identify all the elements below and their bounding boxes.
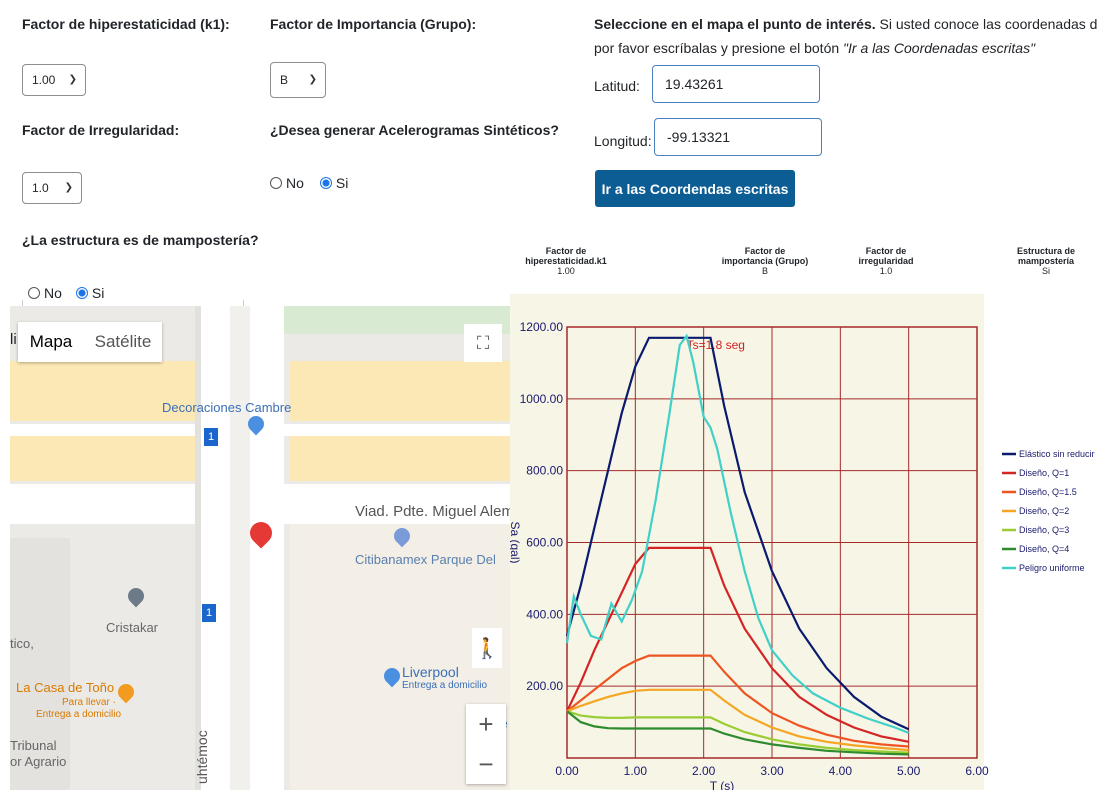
k1-select-value: 1.00 [32,73,56,87]
grupo-select[interactable]: B ❯ [270,62,326,98]
map-label-citibanamex: Citibanamex Parque Del [355,552,496,567]
x-tick-label: 5.00 [897,764,921,778]
y-tick-label: 200.00 [526,679,563,693]
acelerogramas-label: ¿Desea generar Acelerogramas Sintéticos? [270,122,559,138]
irregularidad-label: Factor de Irregularidad: [22,122,180,138]
fullscreen-icon[interactable]: ⛶ [464,324,502,362]
map-label-cuauhtemoc: uhtémoc [194,730,210,784]
x-tick-label: 0.00 [555,764,579,778]
y-tick-label: 1000.00 [520,392,564,406]
zoom-in-button[interactable]: + [466,704,506,744]
coords-instruction-rest: Si usted conoce las coordenadas del pu [879,16,1097,32]
map-type-control: Mapa Satélite [18,322,162,362]
x-tick-label: 2.00 [692,764,716,778]
coords-instruction-line2a: por favor escríbalas y presione el botón [594,40,844,56]
legend-label: Diseño, Q=3 [1019,525,1069,535]
chevron-down-icon: ❯ [68,74,77,85]
map-label-casa-tono: La Casa de Toño [16,680,115,695]
pegman-icon[interactable]: 🚶 [472,628,502,668]
lon-label: Longitud: [594,133,652,149]
chevron-down-icon: ❯ [308,74,317,85]
series-line [565,333,910,734]
x-tick-label: 4.00 [829,764,853,778]
map-label-casa-sub2: Entrega a domicilio [36,709,122,720]
legend-label: Elástico sin reducir [1019,449,1095,459]
y-tick-label: 600.00 [526,536,563,550]
map-label-decoraciones: Decoraciones Cambre [162,400,292,415]
coords-instruction-line2: por favor escríbalas y presione el botón… [594,40,1035,56]
legend-label: Diseño, Q=1 [1019,468,1069,478]
map-label-tribunal: Tribunal [10,738,57,753]
acelerogramas-no-label: No [286,175,304,191]
zoom-out-button[interactable]: − [466,744,506,784]
series-line [566,546,909,743]
k1-select[interactable]: 1.00 ❯ [22,64,86,96]
acelerogramas-radio-group: No Si [270,175,348,191]
legend-label: Peligro uniforme [1019,563,1085,573]
route-1-shield: 1 [204,428,218,446]
coords-instruction-bold: Seleccione en el mapa el punto de interé… [594,16,876,32]
acelerogramas-si-label: Si [335,175,349,191]
x-tick-label: 6.00 [965,764,989,778]
legend-label: Diseño, Q=2 [1019,506,1069,516]
mamposteria-radio-group: No Si [28,285,104,301]
map-label-agrario: or Agrario [10,754,67,769]
mamposteria-no-radio[interactable] [28,287,40,299]
lat-label: Latitud: [594,78,640,94]
spectrum-chart-panel: Factor de hiperestaticidad.k1 1.00 Facto… [510,240,1097,790]
k1-label: Factor de hiperestaticidad (k1): [22,16,230,32]
y-tick-label: 1200.00 [520,320,564,334]
y-tick-label: 400.00 [526,607,563,621]
grupo-label: Factor de Importancia (Grupo): [270,16,477,32]
lat-input[interactable]: 19.43261 [652,65,820,103]
chevron-down-icon: ❯ [64,182,73,193]
map-label-li: li [10,331,17,348]
series-line [566,654,909,748]
legend-label: Diseño, Q=1.5 [1019,487,1077,497]
mamposteria-no-label: No [44,285,62,301]
chart-svg: 0.00 1.00 2.00 3.00 4.00 5.00 6.00 200.00 400.00… [510,320,1095,790]
irregularidad-select-value: 1.0 [32,181,49,195]
mamposteria-label: ¿La estructura es de mampostería? [22,232,259,248]
x-tick-label: 3.00 [760,764,784,778]
map-label-tico: tico, [10,636,34,651]
route-1-shield-2: 1 [202,604,216,622]
acelerogramas-no-radio[interactable] [270,177,282,189]
tab-satellite[interactable]: Satélite [84,322,162,362]
map-label-cristakar: Cristakar [106,620,159,635]
mamposteria-si-radio[interactable] [75,287,88,299]
tab-map[interactable]: Mapa [18,322,84,362]
map-label-liverpool-sub: Entrega a domicilio [402,680,488,691]
y-axis-label: Sa (gal) [510,521,522,563]
grupo-select-value: B [280,73,289,87]
legend-label: Diseño, Q=4 [1019,544,1069,554]
x-axis-label: T (s) [710,779,734,790]
go-to-coordinates-button[interactable]: Ir a las Coordendas escritas [595,170,795,207]
y-tick-label: 800.00 [526,464,563,478]
zoom-control: + − [466,704,506,784]
coords-instruction: Seleccione en el mapa el punto de interé… [594,16,1097,32]
chart-annotation: Ts=1.8 seg [687,338,745,352]
coords-instruction-line2b: "Ir a las Coordenadas escritas" [843,40,1036,56]
acelerogramas-si-radio[interactable] [319,177,332,189]
map-label-casa-sub1: Para llevar · [62,697,116,708]
lon-input[interactable]: -99.13321 [654,118,822,156]
mamposteria-si-label: Si [91,285,105,301]
irregularidad-select[interactable]: 1.0 ❯ [22,172,82,204]
map-label-viaducto: Viad. Pdte. Miguel Alemá [355,503,510,520]
map-label-liverpool: Liverpool [402,664,459,680]
map[interactable]: Mapa Satélite li ⛶ Decoraciones Cambre 1… [10,306,510,790]
x-tick-label: 1.00 [624,764,648,778]
